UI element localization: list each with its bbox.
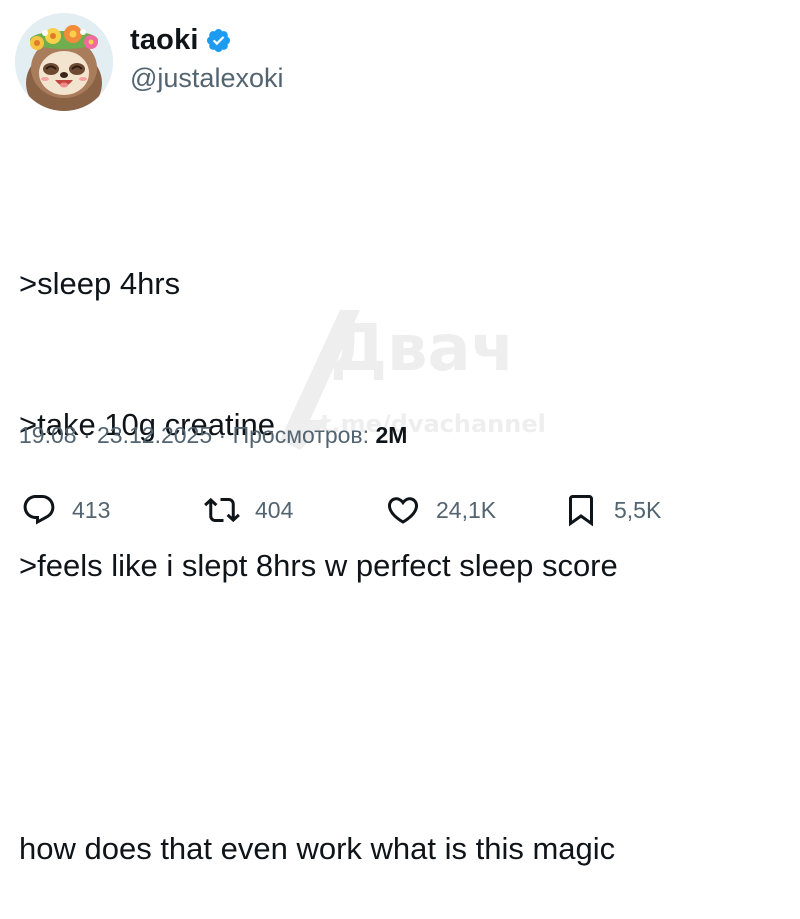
author-names: taoki @justalexoki: [130, 24, 283, 94]
author-handle[interactable]: @justalexoki: [130, 63, 283, 94]
verified-badge-icon: [206, 28, 230, 53]
heart-icon: [387, 497, 419, 524]
tweet-line: how does that even work what is this mag…: [19, 831, 616, 866]
tweet-time[interactable]: 19:08: [19, 422, 77, 448]
display-name-row: taoki: [130, 24, 283, 57]
tweet-meta: 19:08 · 23.12.2025 · Просмотров: 2M: [19, 422, 407, 449]
bookmark-count: 5,5K: [614, 496, 662, 523]
action-bar: 413 404 24,1K 5,5K: [0, 488, 800, 532]
bookmark-icon: [569, 495, 593, 527]
repost-icon: [204, 497, 240, 523]
display-name[interactable]: taoki: [130, 24, 199, 57]
tweet-line: >feels like i slept 8hrs w perfect sleep…: [19, 548, 618, 583]
like-button[interactable]: 24,1K: [385, 488, 496, 532]
tweet-date[interactable]: 23.12.2025: [97, 422, 212, 448]
reply-count: 413: [72, 496, 111, 523]
tweet-text: >sleep 4hrs >take 10g creatine >feels li…: [19, 166, 789, 919]
bookmark-button[interactable]: 5,5K: [563, 488, 661, 532]
tweet-line: >sleep 4hrs: [19, 266, 181, 301]
repost-button[interactable]: 404: [204, 488, 293, 532]
views-label: Просмотров:: [232, 422, 370, 448]
sloth-avatar-icon: [15, 13, 113, 111]
reply-button[interactable]: 413: [21, 488, 110, 532]
avatar[interactable]: [15, 13, 113, 111]
repost-count: 404: [255, 496, 294, 523]
meta-separator: ·: [218, 422, 227, 448]
like-count: 24,1K: [436, 496, 497, 523]
reply-icon: [23, 495, 55, 525]
tweet-header: taoki @justalexoki: [15, 13, 283, 111]
meta-separator: ·: [82, 422, 91, 448]
views-count: 2M: [375, 422, 408, 448]
